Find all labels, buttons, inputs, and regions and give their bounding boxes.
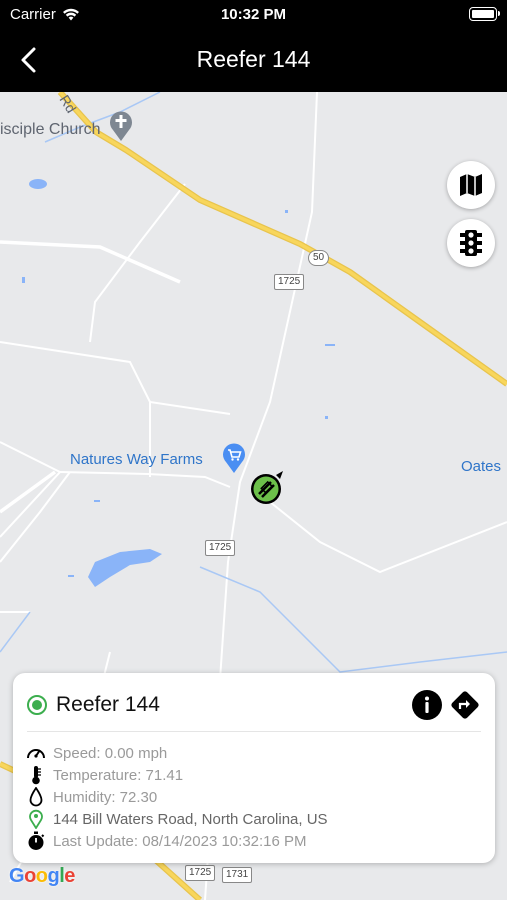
vehicle-info-card: Reefer 144 Speed: 0.00 mph Temperature: … [13,673,495,863]
vehicle-marker-icon[interactable] [249,469,285,505]
last-update-text: Last Update: 08/14/2023 10:32:16 PM [53,832,307,850]
card-divider [27,731,481,732]
card-header: Reefer 144 [27,689,481,721]
speedometer-icon [25,743,47,763]
thermometer-icon [25,765,47,785]
address-row: 144 Bill Waters Road, North Carolina, US [25,808,483,830]
battery-icon [469,7,500,21]
stopwatch-icon [25,831,47,851]
speed-row: Speed: 0.00 mph [25,742,483,764]
route-shield: 1731 [222,867,253,883]
address-text: 144 Bill Waters Road, North Carolina, US [53,810,328,828]
traffic-button[interactable] [447,219,495,267]
vehicle-name: Reefer 144 [56,693,160,716]
temperature-text: Temperature: 71.41 [53,766,184,784]
status-bar: Carrier 10:32 PM [0,0,507,30]
humidity-drop-icon [25,787,47,807]
route-shield: 1725 [274,274,305,290]
humidity-text: Humidity: 72.30 [53,788,158,806]
map-icon [460,174,482,196]
last-update-row: Last Update: 08/14/2023 10:32:16 PM [25,830,483,852]
vehicle-details: Speed: 0.00 mph Temperature: 71.41 Humid… [25,742,483,852]
farm-label[interactable]: Natures Way Farms [70,451,203,468]
route-shield: 1725 [185,865,216,881]
oates-label[interactable]: Oates [461,458,501,475]
clock: 10:32 PM [220,6,287,23]
speed-text: Speed: 0.00 mph [53,744,168,762]
humidity-row: Humidity: 72.30 [25,786,483,808]
church-label[interactable]: isciple Church [0,121,100,139]
location-pin-icon [25,809,47,829]
shopping-pin-icon[interactable] [221,442,247,474]
google-logo: Google [9,865,75,887]
navigation-bar: Reefer 144 [0,30,507,92]
route-shield: 1725 [205,540,236,556]
info-icon[interactable] [411,689,443,721]
church-pin-icon[interactable] [108,110,134,142]
directions-icon[interactable] [449,689,481,721]
temperature-row: Temperature: 71.41 [25,764,483,786]
online-status-icon [27,695,47,715]
page-title: Reefer 144 [196,46,311,72]
traffic-light-icon [460,230,482,256]
map-type-button[interactable] [447,161,495,209]
highway-shield: 50 [308,250,330,266]
